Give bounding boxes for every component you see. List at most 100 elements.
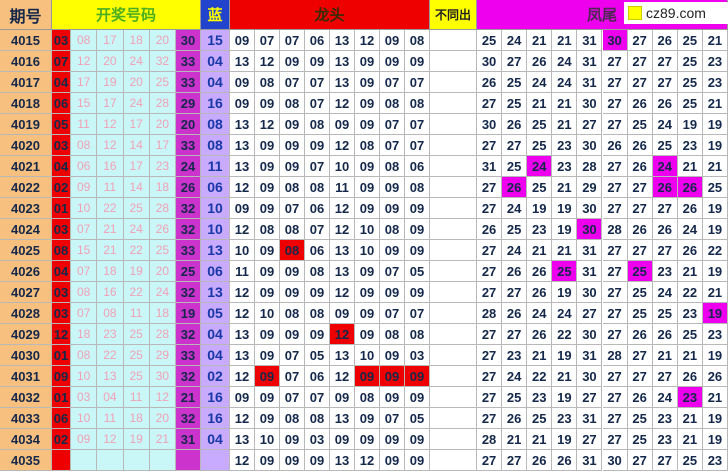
fengwei-cell: 30 xyxy=(577,366,603,387)
fengwei-cell: 23 xyxy=(552,156,578,177)
longtou-cell: 12 xyxy=(230,303,255,324)
fengwei-cell: 27 xyxy=(602,93,628,114)
fengwei-cell: 26 xyxy=(502,114,528,135)
red-ball: 20 xyxy=(149,114,176,135)
fengwei-cell: 21 xyxy=(652,345,678,366)
longtou-cell: 09 xyxy=(405,387,430,408)
red-ball: 22 xyxy=(97,345,124,366)
red-ball: 12 xyxy=(97,135,124,156)
blue-ball: 04 xyxy=(201,51,230,72)
fengwei-cell: 23 xyxy=(702,51,728,72)
fengwei-cell: 27 xyxy=(652,240,678,261)
butongchu-cell xyxy=(430,114,477,135)
longtou-cell: 12 xyxy=(230,177,255,198)
issue-number: 4033 xyxy=(0,408,52,429)
longtou-cell: 13 xyxy=(330,450,355,471)
red-ball: 08 xyxy=(52,240,71,261)
longtou-cell: 13 xyxy=(230,324,255,345)
fengwei-cell: 27 xyxy=(477,282,503,303)
longtou-cell: 06 xyxy=(305,198,330,219)
butongchu-cell xyxy=(430,282,477,303)
longtou-cell: 06 xyxy=(305,30,330,51)
longtou-cell: 13 xyxy=(230,114,255,135)
red-ball: 17 xyxy=(97,30,124,51)
longtou-cell: 10 xyxy=(355,345,380,366)
fengwei-cell: 25 xyxy=(627,303,653,324)
butongchu-cell xyxy=(430,30,477,51)
red-ball: 30 xyxy=(149,366,176,387)
longtou-cell: 07 xyxy=(405,303,430,324)
fengwei-cell: 21 xyxy=(527,93,553,114)
fengwei-cell: 28 xyxy=(577,156,603,177)
longtou-cell: 09 xyxy=(380,198,405,219)
longtou-cell: 12 xyxy=(230,366,255,387)
longtou-cell: 07 xyxy=(305,156,330,177)
red-ball: 28 xyxy=(149,93,176,114)
fengwei-cell: 26 xyxy=(677,366,703,387)
site-name: cz89.com xyxy=(646,5,706,21)
fengwei-cell: 26 xyxy=(677,198,703,219)
red-ball: 11 xyxy=(97,177,124,198)
red-ball: 20 xyxy=(123,72,150,93)
red-ball: 08 xyxy=(97,303,124,324)
sum-value: 25 xyxy=(176,261,201,282)
longtou-cell: 08 xyxy=(380,156,405,177)
fengwei-cell: 27 xyxy=(477,408,503,429)
issue-number: 4028 xyxy=(0,303,52,324)
red-ball: 20 xyxy=(149,261,176,282)
fengwei-cell: 26 xyxy=(527,51,553,72)
fengwei-cell: 27 xyxy=(602,177,628,198)
blue-ball: 02 xyxy=(201,366,230,387)
blue-ball: 13 xyxy=(201,240,230,261)
red-ball: 29 xyxy=(149,345,176,366)
fengwei-cell: 27 xyxy=(652,198,678,219)
fengwei-cell: 27 xyxy=(577,429,603,450)
longtou-cell: 09 xyxy=(380,51,405,72)
fengwei-cell: 23 xyxy=(702,324,728,345)
longtou-cell: 10 xyxy=(230,240,255,261)
longtou-cell: 09 xyxy=(330,387,355,408)
longtou-cell: 12 xyxy=(330,93,355,114)
longtou-cell: 07 xyxy=(255,30,280,51)
longtou-cell: 09 xyxy=(255,198,280,219)
longtou-cell: 13 xyxy=(330,240,355,261)
red-ball: 06 xyxy=(71,156,98,177)
longtou-cell: 09 xyxy=(355,198,380,219)
fengwei-cell: 27 xyxy=(627,198,653,219)
fengwei-cell: 27 xyxy=(602,51,628,72)
fengwei-cell: 27 xyxy=(477,366,503,387)
issue-number: 4017 xyxy=(0,72,52,93)
fengwei-cell: 25 xyxy=(677,450,703,471)
red-ball: 05 xyxy=(52,114,71,135)
longtou-cell: 07 xyxy=(405,72,430,93)
longtou-cell: 09 xyxy=(380,177,405,198)
fengwei-cell: 19 xyxy=(552,282,578,303)
butongchu-cell xyxy=(430,366,477,387)
longtou-cell: 07 xyxy=(380,303,405,324)
red-ball: 20 xyxy=(149,408,176,429)
butongchu-cell xyxy=(430,72,477,93)
longtou-cell: 03 xyxy=(305,429,330,450)
longtou-cell: 07 xyxy=(280,345,305,366)
header-issue: 期号 xyxy=(0,0,52,30)
longtou-cell: 07 xyxy=(405,114,430,135)
fengwei-cell: 19 xyxy=(702,345,728,366)
fengwei-cell: 27 xyxy=(602,156,628,177)
fengwei-cell: 23 xyxy=(502,345,528,366)
fengwei-cell: 24 xyxy=(652,156,678,177)
site-logo[interactable]: cz89.com xyxy=(624,2,728,24)
sum-value: 32 xyxy=(176,198,201,219)
longtou-cell: 12 xyxy=(230,282,255,303)
fengwei-cell: 30 xyxy=(577,219,603,240)
fengwei-cell: 27 xyxy=(627,240,653,261)
red-ball: 26 xyxy=(149,219,176,240)
issue-number: 4024 xyxy=(0,219,52,240)
blue-ball: 16 xyxy=(201,93,230,114)
fengwei-cell: 24 xyxy=(502,240,528,261)
fengwei-cell: 23 xyxy=(552,135,578,156)
fengwei-cell: 27 xyxy=(602,408,628,429)
butongchu-cell xyxy=(430,219,477,240)
blue-ball: 05 xyxy=(201,303,230,324)
longtou-cell: 13 xyxy=(330,261,355,282)
longtou-cell: 12 xyxy=(330,282,355,303)
